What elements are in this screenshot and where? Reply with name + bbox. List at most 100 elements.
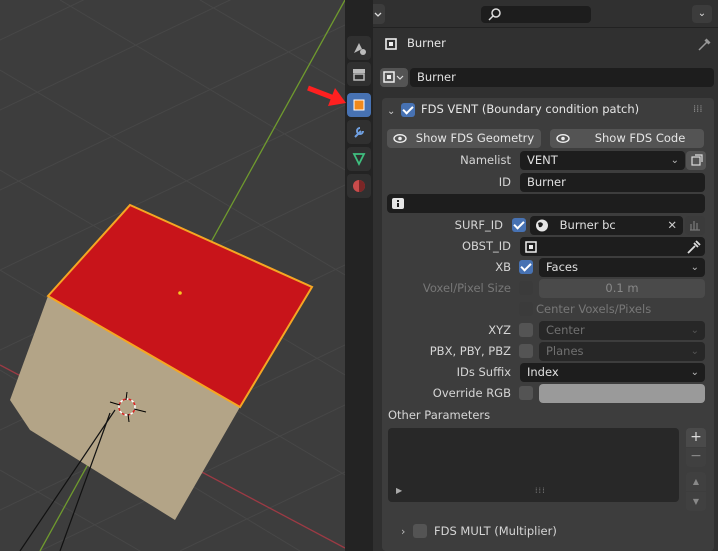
fds-vent-enable-checkbox[interactable]	[401, 103, 415, 117]
ids-suffix-label: IDs Suffix	[456, 365, 511, 379]
surf-id-field[interactable]: Burner bc ✕	[530, 216, 683, 235]
ids-suffix-value: Index	[527, 365, 559, 379]
id-field[interactable]: Burner	[520, 173, 705, 192]
section-title: FDS VENT (Boundary condition patch)	[421, 102, 640, 116]
obst-id-label: OBST_ID	[461, 239, 511, 253]
data-block-name-field[interactable]: Burner	[410, 68, 714, 87]
move-down-button[interactable]: ▼	[686, 492, 706, 511]
tab-modifiers[interactable]	[347, 120, 371, 144]
chevron-down-icon: ⌄	[690, 346, 699, 357]
center-voxels-label: Center Voxels/Pixels	[536, 302, 652, 316]
surf-id-label: SURF_ID	[454, 218, 503, 232]
fyi-field[interactable]	[387, 194, 705, 213]
triangle-down-icon: ▼	[692, 497, 700, 506]
pbx-checkbox[interactable]	[519, 344, 533, 358]
namelist-extra-button[interactable]	[686, 151, 706, 170]
xb-value: Faces	[546, 260, 578, 274]
triangle-up-icon: ▲	[692, 477, 700, 486]
tool-tab-icon	[354, 43, 366, 55]
expand-filter-icon[interactable]: ▶	[396, 486, 402, 495]
xb-checkbox[interactable]	[519, 260, 533, 274]
chevron-down-icon: ⌄	[690, 367, 699, 378]
pbx-label: PBX, PBY, PBZ	[429, 344, 511, 358]
object-icon	[385, 38, 397, 50]
show-fds-code-button[interactable]: Show FDS Code	[550, 129, 704, 148]
clear-icon[interactable]: ✕	[667, 216, 677, 235]
eye-icon	[556, 133, 570, 143]
search-icon	[488, 8, 501, 21]
show-fds-geometry-label: Show FDS Geometry	[415, 131, 535, 145]
surf-id-checkbox[interactable]	[512, 218, 526, 232]
eye-icon	[393, 133, 407, 143]
chevron-down-icon: ⌄	[690, 262, 699, 273]
pbx-dropdown[interactable]: Planes ⌄	[539, 342, 705, 361]
properties-header: ⌄	[355, 0, 718, 28]
show-fds-code-label: Show FDS Code	[594, 131, 686, 145]
plus-icon: +	[690, 429, 702, 445]
annotation-arrow-tab	[307, 85, 346, 106]
render-tab-icon	[353, 69, 365, 81]
other-parameters-list[interactable]: ▶ ⁞⁞⁞	[388, 428, 679, 502]
show-fds-geometry-button[interactable]: Show FDS Geometry	[387, 129, 541, 148]
xyz-value: Center	[546, 323, 585, 337]
override-rgb-color-swatch[interactable]	[539, 384, 705, 403]
object-name: Burner	[407, 36, 446, 50]
object-data-icon	[383, 71, 404, 83]
eyedropper-icon[interactable]	[685, 237, 701, 256]
surf-id-value: Burner bc	[559, 218, 616, 232]
properties-panel: Burner Burner ⌄ FDS VENT (Boundary condi…	[373, 28, 718, 551]
copy-icon	[691, 154, 703, 166]
chevron-down-icon: ⌄	[690, 325, 699, 336]
remove-parameter-button[interactable]: −	[686, 448, 706, 467]
collapse-chevron-icon[interactable]: ⌄	[387, 102, 397, 121]
expand-chevron-icon[interactable]: ›	[401, 522, 405, 541]
center-voxels-checkbox[interactable]	[519, 302, 533, 316]
3d-viewport[interactable]	[0, 0, 345, 551]
tab-material[interactable]	[347, 174, 371, 198]
globe-icon	[536, 219, 548, 232]
object-origin	[178, 291, 182, 295]
pin-icon[interactable]	[697, 36, 713, 52]
search-input[interactable]	[481, 6, 591, 23]
voxel-size-field[interactable]: 0.1 m	[539, 279, 705, 298]
hand-icon	[690, 221, 700, 231]
add-parameter-button[interactable]: +	[686, 428, 706, 447]
pbx-value: Planes	[546, 344, 584, 358]
fds-mult-checkbox[interactable]	[413, 524, 427, 538]
object-tab-icon	[353, 99, 365, 111]
namelist-label: Namelist	[460, 153, 511, 167]
xb-dropdown[interactable]: Faces ⌄	[539, 258, 705, 277]
tab-tool[interactable]	[347, 36, 371, 60]
move-up-button[interactable]: ▲	[686, 472, 706, 491]
namelist-dropdown[interactable]: VENT ⌄	[520, 151, 685, 170]
chevron-down-icon: ⌄	[670, 155, 679, 166]
tab-data[interactable]	[347, 147, 371, 171]
xyz-label: XYZ	[488, 323, 511, 337]
voxel-size-label: Voxel/Pixel Size	[422, 281, 511, 295]
data-tab-icon	[352, 153, 366, 167]
tab-object[interactable]	[347, 93, 371, 117]
info-icon	[392, 198, 404, 209]
surf-id-extra-button[interactable]	[685, 216, 705, 235]
modifier-tab-icon	[354, 127, 364, 138]
xb-label: XB	[495, 260, 511, 274]
tab-render[interactable]	[347, 62, 371, 86]
override-rgb-label: Override RGB	[432, 386, 511, 400]
drag-handle-icon[interactable]: ⁞⁞⁞	[693, 100, 703, 119]
override-rgb-checkbox[interactable]	[519, 386, 533, 400]
id-label: ID	[498, 175, 511, 189]
options-dropdown[interactable]: ⌄	[692, 5, 712, 23]
viewport-scene	[0, 0, 345, 551]
other-parameters-label: Other Parameters	[388, 408, 491, 422]
voxel-size-checkbox[interactable]	[519, 281, 533, 295]
resize-handle-icon[interactable]: ⁞⁞⁞	[535, 486, 546, 495]
xyz-dropdown[interactable]: Center ⌄	[539, 321, 705, 340]
object-icon	[525, 241, 537, 253]
fds-mult-title[interactable]: FDS MULT (Multiplier)	[434, 522, 557, 541]
ids-suffix-dropdown[interactable]: Index ⌄	[520, 363, 705, 382]
namelist-value: VENT	[527, 153, 558, 167]
obst-id-field[interactable]	[520, 237, 705, 256]
data-block-browse-button[interactable]	[380, 68, 408, 87]
xyz-checkbox[interactable]	[519, 323, 533, 337]
minus-icon: −	[690, 448, 702, 464]
